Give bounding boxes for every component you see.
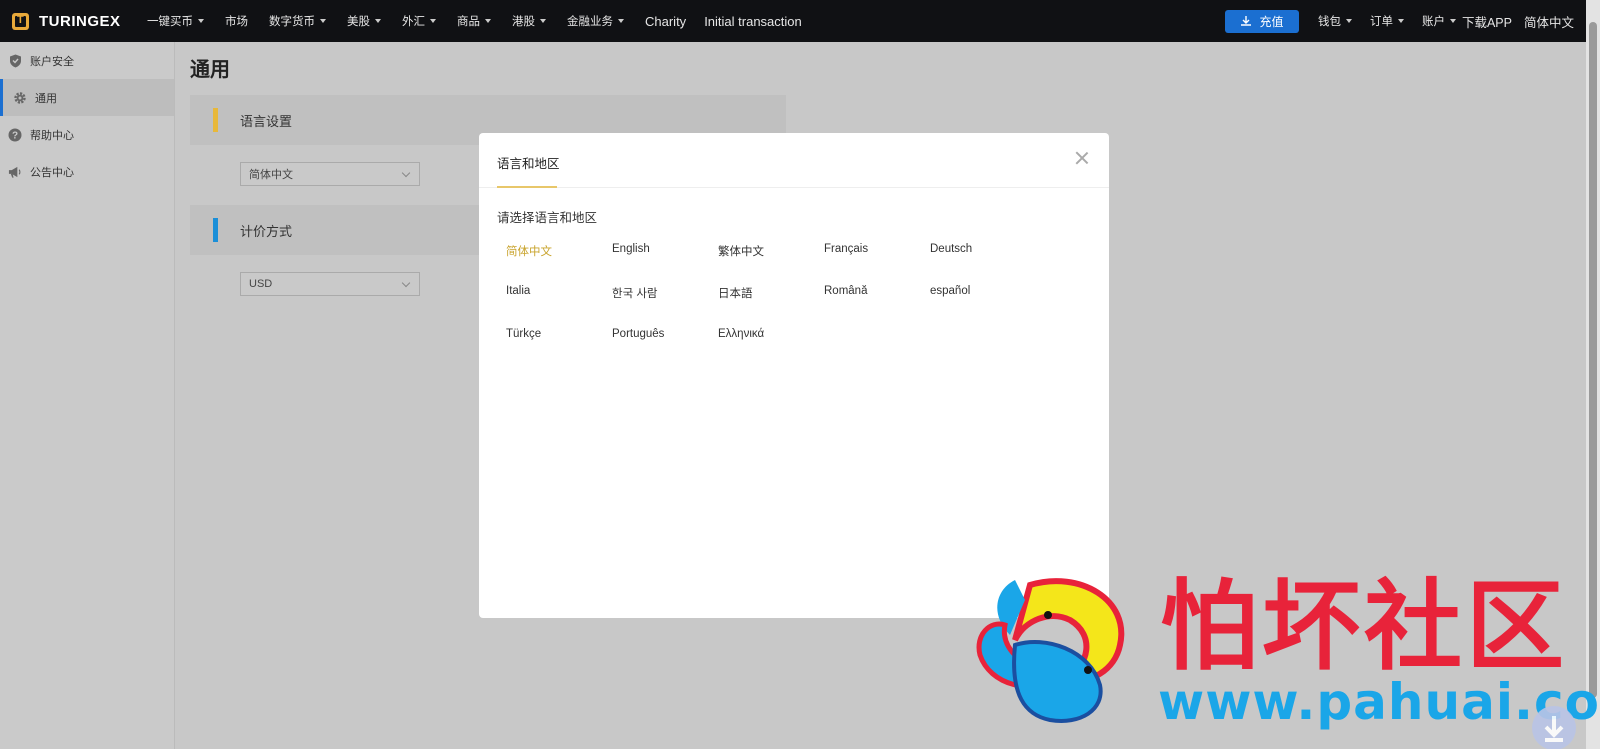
sidebar-item-label: 通用 bbox=[35, 92, 57, 105]
language-option[interactable]: 한국 사람 bbox=[612, 285, 658, 301]
language-option[interactable]: español bbox=[930, 285, 970, 297]
section-title: 计价方式 bbox=[240, 223, 293, 239]
language-option[interactable]: Română bbox=[824, 285, 867, 297]
language-option[interactable]: Ελληνικά bbox=[718, 328, 764, 340]
nav-forex[interactable]: 外汇 bbox=[402, 13, 436, 29]
top-navbar: T TURINGEX 一键买币 市场 数字货币 美股 外汇 商品 港股 金融业务… bbox=[0, 0, 1600, 42]
caret-down-icon bbox=[1345, 19, 1352, 23]
page-title: 通用 bbox=[190, 59, 230, 81]
arrow-down-icon bbox=[1544, 716, 1564, 742]
section-title: 语言设置 bbox=[240, 113, 293, 129]
nav-market[interactable]: 市场 bbox=[225, 13, 248, 29]
deposit-button[interactable]: 充值 bbox=[1224, 9, 1299, 33]
language-option[interactable]: Deutsch bbox=[930, 243, 972, 255]
chevron-down-icon bbox=[401, 168, 411, 178]
scroll-to-bottom-button[interactable] bbox=[1532, 706, 1576, 749]
nav-us-stocks[interactable]: 美股 bbox=[347, 13, 381, 29]
language-option[interactable]: Português bbox=[612, 328, 664, 340]
tab-underline bbox=[497, 186, 557, 188]
brand-name: TURINGEX bbox=[39, 12, 121, 30]
nav-orders[interactable]: 订单 bbox=[1370, 13, 1404, 29]
currency-select[interactable]: USD bbox=[240, 272, 420, 296]
modal-header: 语言和地区 bbox=[479, 133, 1109, 188]
fish-logo-icon bbox=[976, 578, 1125, 723]
caret-down-icon bbox=[485, 19, 491, 23]
language-option[interactable]: English bbox=[612, 243, 650, 255]
language-option[interactable]: Italia bbox=[506, 285, 530, 297]
megaphone-icon bbox=[8, 165, 22, 179]
nav-finance[interactable]: 金融业务 bbox=[567, 13, 624, 29]
modal-tab-language-region[interactable]: 语言和地区 bbox=[497, 153, 560, 172]
language-option[interactable]: Türkçe bbox=[506, 328, 541, 340]
nav-wallet[interactable]: 钱包 bbox=[1318, 13, 1352, 29]
section-accent-bar bbox=[213, 218, 218, 242]
nav-hk-stocks[interactable]: 港股 bbox=[512, 13, 546, 29]
sidebar-item-general[interactable]: 通用 bbox=[0, 79, 174, 116]
select-value: 简体中文 bbox=[249, 169, 293, 181]
nav-quick-buy[interactable]: 一键买币 bbox=[147, 13, 204, 29]
caret-down-icon bbox=[375, 19, 381, 23]
svg-text:?: ? bbox=[12, 130, 18, 141]
nav-language[interactable]: 简体中文 bbox=[1524, 12, 1574, 31]
caret-down-icon bbox=[1449, 19, 1456, 23]
section-accent-bar bbox=[213, 108, 218, 132]
chevron-down-icon bbox=[401, 278, 411, 288]
modal-subtitle: 请选择语言和地区 bbox=[497, 211, 598, 225]
header-right: 充值 钱包 订单 账户 下载APP 简体中文 bbox=[1224, 0, 1600, 42]
nav-charity[interactable]: Charity bbox=[645, 14, 686, 29]
logo-mark-icon: T bbox=[12, 12, 29, 30]
caret-down-icon bbox=[430, 19, 436, 23]
sidebar: 账户安全 通用 ? 帮助中心 公告中心 bbox=[0, 42, 175, 749]
sidebar-item-help[interactable]: ? 帮助中心 bbox=[0, 116, 174, 153]
nav-crypto[interactable]: 数字货币 bbox=[269, 13, 326, 29]
gear-icon bbox=[13, 91, 27, 105]
language-option[interactable]: 简体中文 bbox=[506, 243, 552, 259]
caret-down-icon bbox=[320, 19, 326, 23]
caret-down-icon bbox=[1397, 19, 1404, 23]
language-select[interactable]: 简体中文 bbox=[240, 162, 420, 186]
sidebar-item-announcements[interactable]: 公告中心 bbox=[0, 153, 174, 190]
download-icon bbox=[1241, 16, 1252, 26]
caret-down-icon bbox=[540, 19, 546, 23]
close-icon[interactable] bbox=[1075, 151, 1089, 165]
nav-download-app[interactable]: 下载APP bbox=[1462, 12, 1512, 31]
shield-icon bbox=[8, 54, 22, 68]
help-icon: ? bbox=[8, 128, 22, 142]
language-region-modal: 语言和地区 请选择语言和地区 简体中文 English 繁体中文 Françai… bbox=[479, 133, 1109, 618]
watermark: 怕坏社区 www.pahuai.com bbox=[970, 575, 1600, 749]
nav-account[interactable]: 账户 bbox=[1422, 13, 1456, 29]
caret-down-icon bbox=[198, 19, 204, 23]
select-value: USD bbox=[249, 278, 273, 290]
language-option[interactable]: 日本語 bbox=[718, 285, 753, 301]
nav-initial-transaction[interactable]: Initial transaction bbox=[704, 14, 802, 29]
nav-commodities[interactable]: 商品 bbox=[457, 13, 491, 29]
watermark-text: 怕坏社区 bbox=[1160, 570, 1569, 684]
language-option[interactable]: Français bbox=[824, 243, 868, 255]
sidebar-item-label: 账户安全 bbox=[30, 55, 74, 68]
sidebar-item-security[interactable]: 账户安全 bbox=[0, 42, 174, 79]
language-option[interactable]: 繁体中文 bbox=[718, 243, 764, 259]
main-nav: 一键买币 市场 数字货币 美股 外汇 商品 港股 金融业务 Charity In… bbox=[147, 13, 820, 29]
sidebar-item-label: 公告中心 bbox=[30, 166, 74, 179]
sidebar-item-label: 帮助中心 bbox=[30, 129, 74, 142]
brand-logo[interactable]: T TURINGEX bbox=[12, 12, 147, 30]
caret-down-icon bbox=[618, 19, 624, 23]
